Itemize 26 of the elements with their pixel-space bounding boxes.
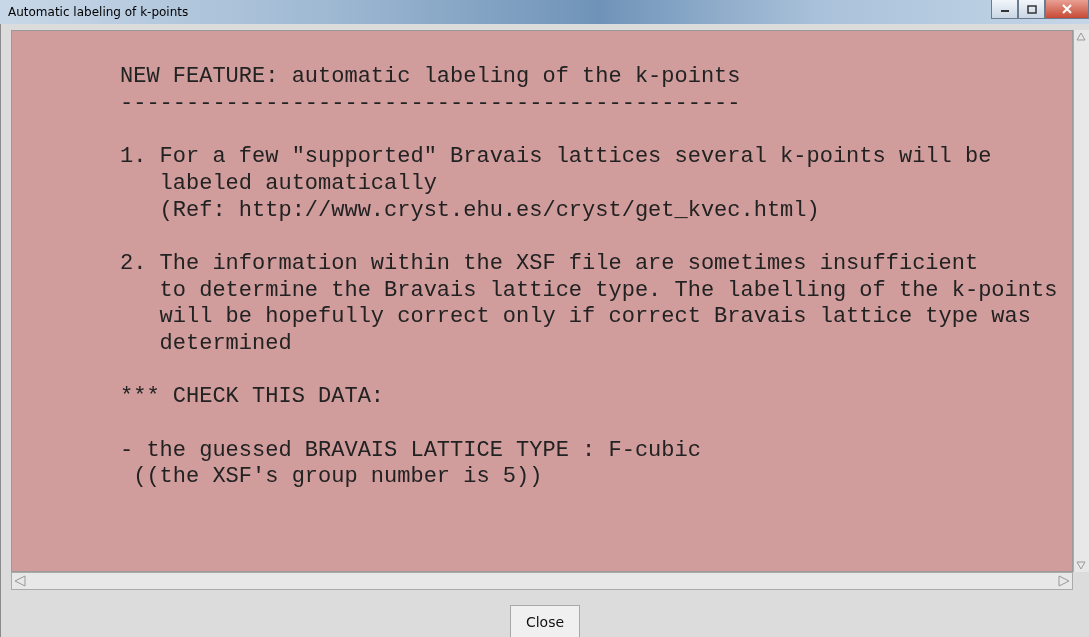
message-line: determined [158, 331, 293, 358]
scroll-right-icon [1056, 574, 1072, 588]
message-line: ----------------------------------------------- [120, 90, 742, 118]
message-line: 1. For a few "supported" Bravais lattices several k-points will be [120, 144, 993, 171]
message-line: NEW FEATURE: automatic labeling of the k-points [120, 64, 742, 91]
horizontal-scrollbar[interactable] [11, 572, 1073, 590]
close-window-button[interactable] [1045, 0, 1089, 19]
minimize-button[interactable] [991, 0, 1018, 19]
close-button[interactable]: Close [510, 605, 580, 637]
message-text-area[interactable] [11, 30, 1073, 572]
message-line: *** CHECK THIS DATA: [120, 384, 386, 412]
window-title: Automatic labeling of k-points [8, 5, 189, 19]
message-line: - the guessed BRAVAIS LATTICE TYPE : F-cubic [120, 437, 702, 465]
scroll-up-icon [1074, 30, 1088, 42]
maximize-icon [1026, 4, 1037, 14]
close-icon [1062, 4, 1072, 14]
message-line: will be hopefully correct only if correct Bravais lattice type was [158, 304, 1032, 331]
scroll-left-icon [12, 574, 28, 588]
maximize-button[interactable] [1018, 0, 1045, 19]
message-line: ((the XSF's group number is 5)) [132, 464, 544, 492]
scroll-down-icon [1074, 560, 1088, 572]
message-line: 2. The information within the XSF file are sometimes insufficient [120, 250, 980, 278]
message-line: to determine the Bravais lattice type. The labelling of the k-points [158, 277, 1059, 305]
message-line: (Ref: http://www.cryst.ehu.es/cryst/get_kvec.html) [158, 197, 821, 225]
message-line: labeled automatically [158, 170, 438, 198]
vertical-scrollbar[interactable] [1073, 30, 1089, 572]
